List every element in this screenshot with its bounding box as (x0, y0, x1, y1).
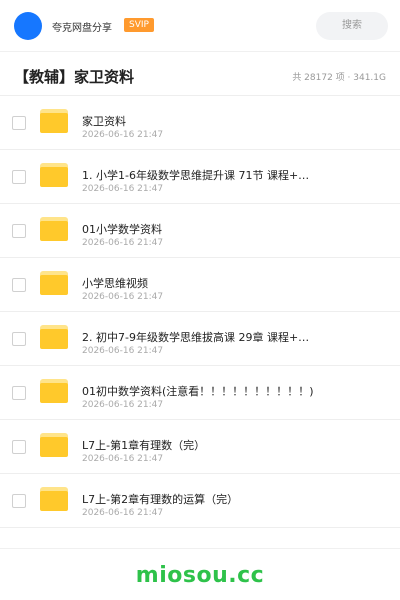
file-name: L7上-第2章有理数的运算（完） (82, 493, 239, 506)
list-item[interactable]: 小学思维视频 2026-06-16 21:47 (0, 258, 400, 312)
select-checkbox[interactable] (12, 332, 26, 346)
username: 夸克网盘分享 (52, 23, 112, 34)
folder-icon (40, 325, 68, 349)
file-date: 2026-06-16 21:47 (82, 400, 164, 410)
list-item[interactable]: 01初中数学资料(注意看！！！！！！！！！！) 2026-06-16 21:47 (0, 366, 400, 420)
list-item[interactable]: 2. 初中7-9年级数学思维拔高课 29章 课程+… 2026-06-16 21… (0, 312, 400, 366)
list-item[interactable]: L7上-第2章有理数的运算（完） 2026-06-16 21:47 (0, 474, 400, 528)
folder-title-bar: 【教辅】家卫资料 共 28172 项 · 341.1G (0, 52, 400, 96)
file-list: 家卫资料 2026-06-16 21:47 1. 小学1-6年级数学思维提升课 … (0, 96, 400, 528)
select-checkbox[interactable] (12, 224, 26, 238)
file-date: 2026-06-16 21:47 (82, 454, 164, 464)
file-name: 2. 初中7-9年级数学思维拔高课 29章 课程+… (82, 331, 310, 344)
select-checkbox[interactable] (12, 494, 26, 508)
select-checkbox[interactable] (12, 278, 26, 292)
list-item[interactable]: 1. 小学1-6年级数学思维提升课 71节 课程+… 2026-06-16 21… (0, 150, 400, 204)
select-checkbox[interactable] (12, 170, 26, 184)
list-item[interactable]: 01小学数学资料 2026-06-16 21:47 (0, 204, 400, 258)
select-checkbox[interactable] (12, 386, 26, 400)
file-date: 2026-06-16 21:47 (82, 292, 164, 302)
avatar[interactable] (14, 12, 42, 40)
file-name: 家卫资料 (82, 115, 126, 128)
folder-icon (40, 379, 68, 403)
file-date: 2026-06-16 21:47 (82, 508, 164, 518)
folder-icon (40, 271, 68, 295)
folder-icon (40, 163, 68, 187)
file-name: L7上-第1章有理数（完） (82, 439, 206, 452)
file-name: 小学思维视频 (82, 277, 148, 290)
file-name: 01小学数学资料 (82, 223, 162, 236)
file-date: 2026-06-16 21:47 (82, 184, 164, 194)
page-title: 【教辅】家卫资料 (14, 68, 135, 86)
folder-meta: 共 28172 项 · 341.1G (292, 73, 386, 83)
file-date: 2026-06-16 21:47 (82, 238, 164, 248)
watermark: miosou.cc (135, 563, 265, 588)
select-checkbox[interactable] (12, 116, 26, 130)
svip-badge: SVIP (124, 18, 154, 32)
file-name: 01初中数学资料(注意看！！！！！！！！！！) (82, 385, 314, 398)
select-checkbox[interactable] (12, 440, 26, 454)
file-date: 2026-06-16 21:47 (82, 346, 164, 356)
top-header: 夸克网盘分享 SVIP 搜索 (0, 0, 400, 52)
file-date: 2026-06-16 21:47 (82, 130, 164, 140)
list-item[interactable]: L7上-第1章有理数（完） 2026-06-16 21:47 (0, 420, 400, 474)
list-item[interactable]: 家卫资料 2026-06-16 21:47 (0, 96, 400, 150)
file-name: 1. 小学1-6年级数学思维提升课 71节 课程+… (82, 169, 310, 182)
folder-icon (40, 433, 68, 457)
folder-icon (40, 109, 68, 133)
folder-icon (40, 487, 68, 511)
footer: miosou.cc (0, 548, 400, 600)
folder-icon (40, 217, 68, 241)
search-button[interactable]: 搜索 (316, 12, 388, 40)
